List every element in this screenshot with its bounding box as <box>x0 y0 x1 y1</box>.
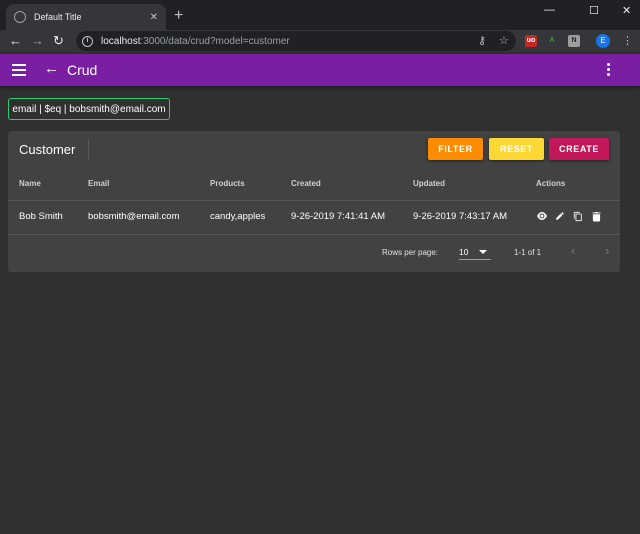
copy-icon[interactable] <box>573 211 583 225</box>
pagination-range: 1-1 of 1 <box>514 248 542 257</box>
data-table-card: Customer FILTER RESET CREATE Name Email … <box>8 131 620 272</box>
view-eye-icon[interactable] <box>536 211 548 224</box>
column-header-email[interactable]: Email <box>88 179 109 188</box>
edit-pencil-icon[interactable] <box>555 211 565 224</box>
dropdown-arrow-icon <box>479 250 487 254</box>
rows-per-page-label: Rows per page: <box>382 248 439 257</box>
maximize-button[interactable]: ☐ <box>589 4 599 17</box>
next-page-chevron-icon[interactable]: › <box>605 244 609 258</box>
row-divider <box>8 234 620 235</box>
browser-titlebar: Default Title ✕ + — ☐ ✕ <box>0 0 640 30</box>
reset-button[interactable]: RESET <box>489 138 544 160</box>
cell-products: candy,apples <box>210 211 266 222</box>
key-icon[interactable]: ⚷ <box>478 35 486 47</box>
title-divider <box>88 139 89 161</box>
header-divider <box>8 200 620 201</box>
url-host: localhost <box>101 35 141 47</box>
app-bar: ← Crud <box>0 54 640 86</box>
filter-button[interactable]: FILTER <box>428 138 483 160</box>
back-arrow-icon[interactable]: ← <box>44 61 59 77</box>
column-header-name[interactable]: Name <box>19 179 41 188</box>
tab-title: Default Title <box>34 12 82 22</box>
browser-tab[interactable]: Default Title ✕ <box>6 4 166 30</box>
column-header-actions: Actions <box>536 179 566 188</box>
cell-updated: 9-26-2019 7:43:17 AM <box>413 211 508 222</box>
cell-email: bobsmith@email.com <box>88 211 180 222</box>
active-filter-chip[interactable]: email | $eq | bobsmith@email.com <box>8 98 170 120</box>
browser-toolbar: ← → ↻ i localhost:3000/data/crud?model=c… <box>0 30 640 52</box>
hamburger-menu-icon[interactable] <box>12 64 26 76</box>
close-window-button[interactable]: ✕ <box>622 4 631 17</box>
bookmark-star-icon[interactable]: ☆ <box>499 35 509 47</box>
rows-per-page-value: 10 <box>459 247 469 257</box>
card-title: Customer <box>19 142 76 157</box>
column-header-products[interactable]: Products <box>210 179 245 188</box>
address-bar[interactable]: i localhost:3000/data/crud?model=custome… <box>76 31 516 51</box>
minimize-button[interactable]: — <box>544 4 555 16</box>
column-header-created[interactable]: Created <box>291 179 321 188</box>
prev-page-chevron-icon[interactable]: ‹ <box>571 244 575 258</box>
cell-created: 9-26-2019 7:41:41 AM <box>291 211 386 222</box>
create-button[interactable]: CREATE <box>549 138 609 160</box>
forward-nav-icon[interactable]: → <box>31 33 44 49</box>
tab-close-icon[interactable]: ✕ <box>150 12 158 23</box>
vue-extension-icon[interactable]: Λ <box>546 35 558 47</box>
back-nav-icon[interactable]: ← <box>9 33 22 49</box>
n-extension-icon[interactable]: N <box>568 35 580 47</box>
info-icon[interactable]: i <box>82 35 93 47</box>
cell-name: Bob Smith <box>19 211 63 222</box>
column-header-updated[interactable]: Updated <box>413 179 445 188</box>
reload-icon[interactable]: ↻ <box>53 33 64 49</box>
more-vert-icon[interactable] <box>607 63 611 78</box>
delete-trash-icon[interactable] <box>592 211 601 225</box>
globe-icon <box>14 11 26 23</box>
ublock-extension-icon[interactable]: uo <box>525 35 537 47</box>
app-title: Crud <box>67 62 98 78</box>
url-path: :3000/data/crud?model=customer <box>140 35 290 47</box>
new-tab-button[interactable]: + <box>174 8 183 24</box>
profile-avatar[interactable]: E <box>596 34 610 48</box>
browser-menu-icon[interactable]: ⋮ <box>622 35 633 47</box>
rows-per-page-select[interactable]: 10 <box>459 244 491 260</box>
